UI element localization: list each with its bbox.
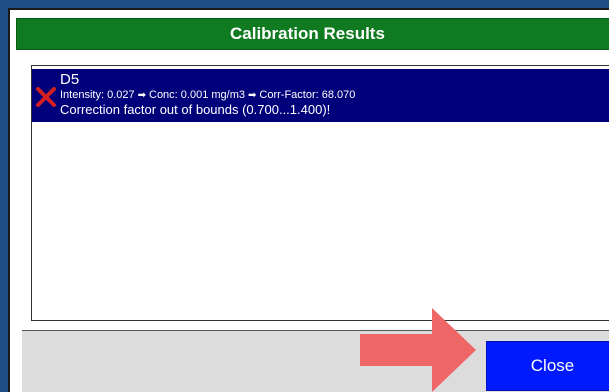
result-detail: Intensity: 0.027 ➡ Conc: 0.001 mg/m3 ➡ Corr-… — [60, 89, 355, 102]
result-name: D5 — [60, 71, 80, 88]
dialog-footer: Close — [22, 330, 609, 392]
arrow-right-icon: ➡ — [137, 90, 146, 101]
corr-factor-value: Corr-Factor: 68.070 — [259, 89, 356, 101]
results-list[interactable]: D5 Intensity: 0.027 ➡ Conc: 0.001 mg/m3 ➡ Co… — [31, 65, 609, 321]
list-item[interactable]: D5 Intensity: 0.027 ➡ Conc: 0.001 mg/m3 ➡ Co… — [32, 69, 609, 122]
error-x-icon — [36, 87, 56, 107]
pointer-arrow-icon — [360, 308, 476, 392]
dialog-title: Calibration Results — [16, 18, 609, 50]
arrow-right-icon: ➡ — [248, 90, 257, 101]
calibration-results-dialog: Calibration Results D5 Intensity: 0.027 ➡… — [8, 8, 609, 392]
result-message: Correction factor out of bounds (0.700..… — [60, 102, 331, 117]
conc-value: Conc: 0.001 mg/m3 — [149, 89, 245, 101]
close-button[interactable]: Close — [486, 341, 609, 391]
intensity-value: Intensity: 0.027 — [60, 89, 135, 101]
